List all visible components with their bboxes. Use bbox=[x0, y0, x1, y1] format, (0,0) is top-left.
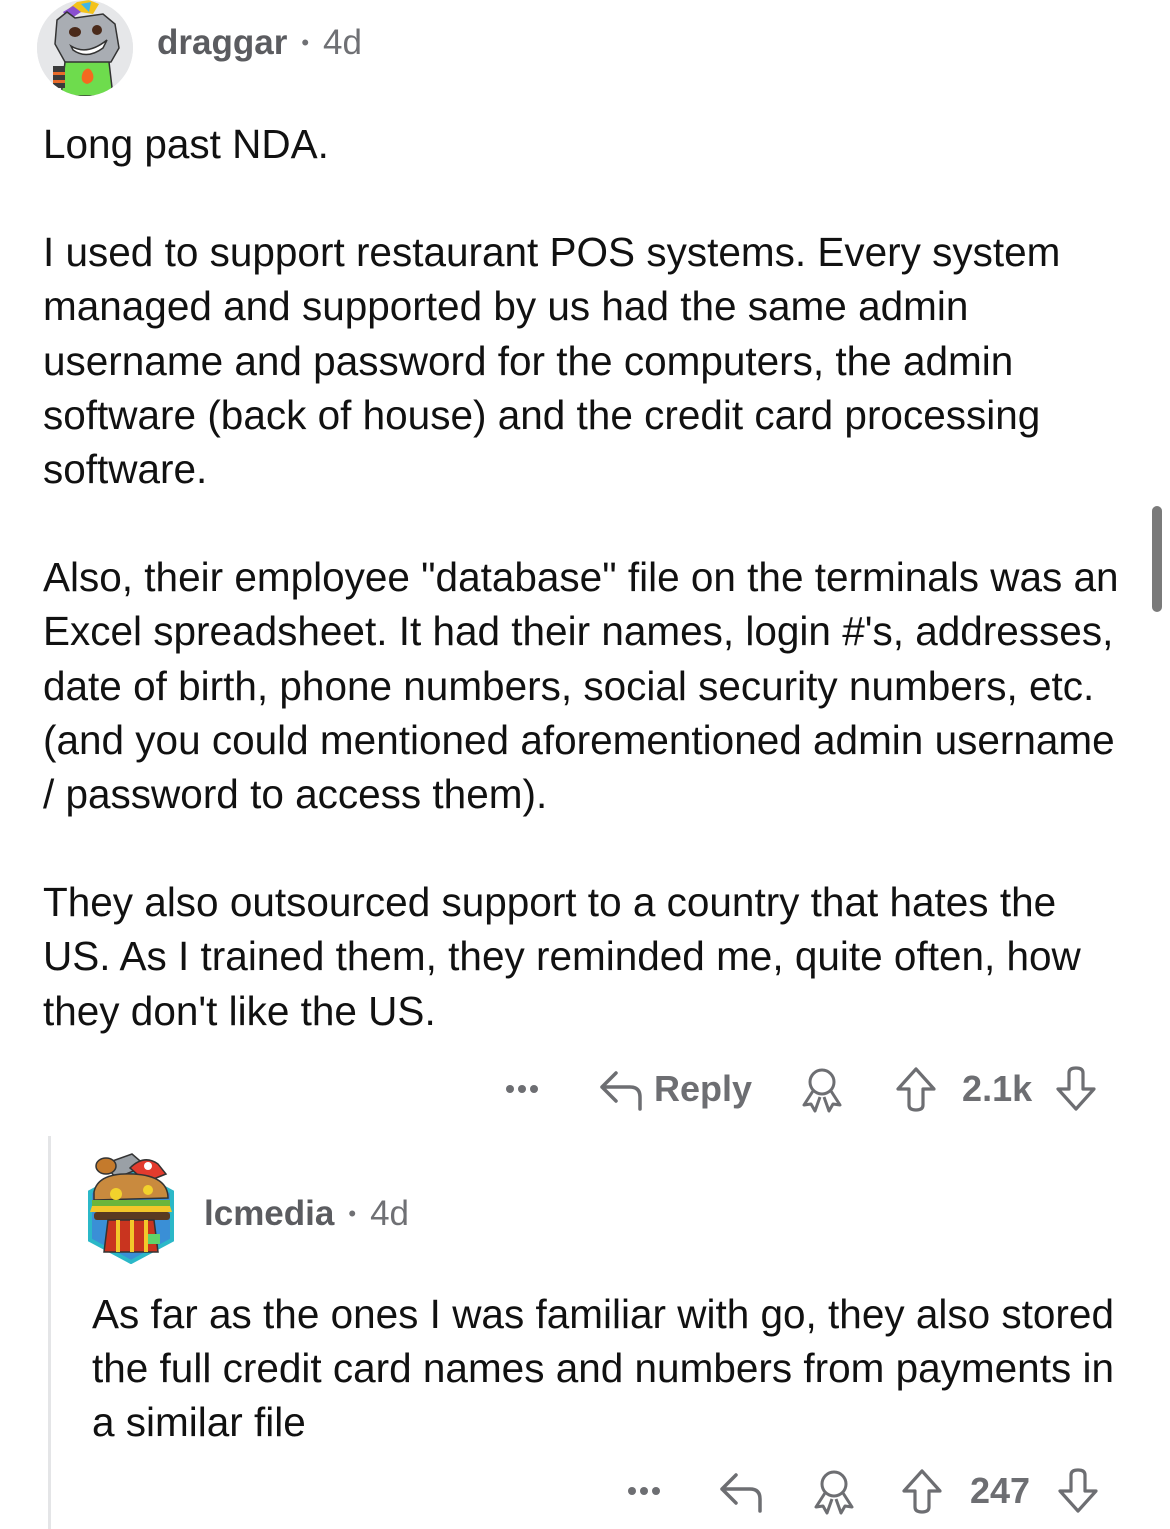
wolf-avatar-icon bbox=[37, 0, 133, 96]
more-dots-icon[interactable] bbox=[502, 1079, 546, 1099]
vote-score: 2.1k bbox=[962, 1068, 1033, 1109]
avatar[interactable] bbox=[37, 0, 133, 96]
reply-label: Reply bbox=[654, 1068, 753, 1109]
thread-line[interactable] bbox=[48, 1136, 51, 1529]
more-dots-icon[interactable] bbox=[624, 1481, 668, 1501]
comment-age: 4d bbox=[323, 23, 362, 62]
reply-arrow-icon bbox=[720, 1473, 762, 1513]
vote-score: 247 bbox=[970, 1470, 1031, 1511]
comment-meta: lcmedia • 4d bbox=[204, 1194, 409, 1234]
comment-paragraph: Long past NDA. bbox=[43, 121, 329, 167]
downvote-arrow-icon[interactable] bbox=[1056, 1467, 1100, 1515]
comment-meta: draggar • 4d bbox=[157, 23, 362, 63]
scrollbar[interactable] bbox=[1152, 506, 1162, 612]
comment-age: 4d bbox=[370, 1194, 409, 1233]
comment-paragraph: I used to support restaurant POS systems… bbox=[43, 229, 1061, 493]
comment-paragraph: As far as the ones I was familiar with g… bbox=[92, 1291, 1114, 1446]
burger-avatar-icon bbox=[88, 1153, 174, 1265]
award-icon[interactable] bbox=[798, 1065, 846, 1113]
meta-separator: • bbox=[348, 1201, 357, 1226]
meta-separator: • bbox=[301, 30, 310, 55]
username[interactable]: draggar bbox=[157, 23, 287, 63]
upvote-arrow-icon[interactable] bbox=[900, 1467, 944, 1515]
avatar[interactable] bbox=[86, 1148, 176, 1265]
comment-header: draggar • 4d bbox=[37, 0, 362, 96]
comment-header: lcmedia • 4d bbox=[86, 1148, 409, 1265]
comment-paragraph: They also outsourced support to a countr… bbox=[43, 879, 1081, 1034]
username[interactable]: lcmedia bbox=[204, 1194, 334, 1234]
comment-actions: 247 bbox=[624, 1466, 1100, 1516]
comment-actions: Reply 2.1k bbox=[502, 1064, 1098, 1114]
award-icon[interactable] bbox=[810, 1467, 858, 1515]
comment-paragraph: Also, their employee "database" file on … bbox=[43, 554, 1119, 818]
upvote-arrow-icon[interactable] bbox=[894, 1065, 938, 1113]
reply-button[interactable]: Reply bbox=[596, 1067, 752, 1111]
reply-arrow-icon bbox=[600, 1071, 642, 1111]
downvote-arrow-icon[interactable] bbox=[1054, 1065, 1098, 1113]
comment-body: Long past NDA. I used to support restaur… bbox=[43, 117, 1133, 1092]
reply-button[interactable] bbox=[716, 1469, 766, 1513]
